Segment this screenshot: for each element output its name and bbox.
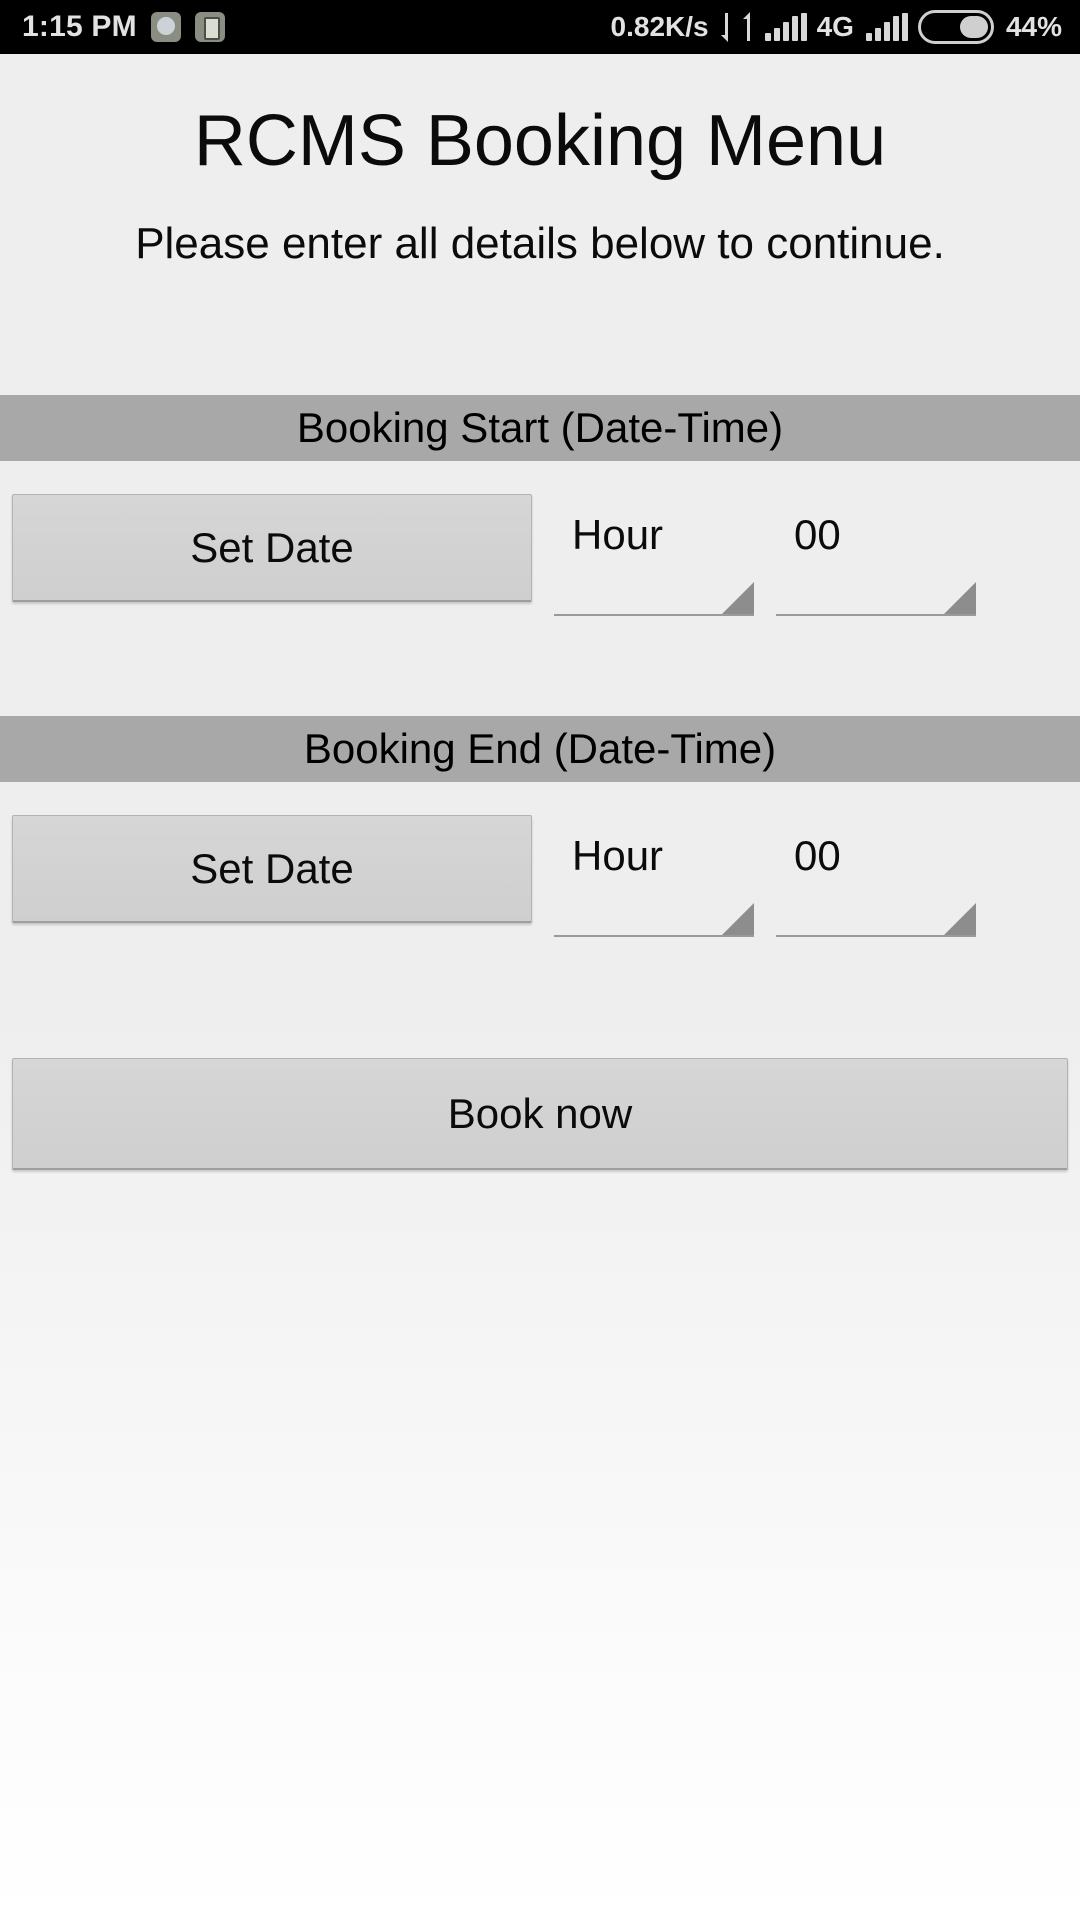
- data-transfer-arrows-icon: [720, 11, 755, 43]
- section-header-booking-start: Booking Start (Date-Time): [0, 395, 1080, 461]
- hour-spinner-end-value: Hour: [572, 832, 664, 879]
- set-date-button-start[interactable]: Set Date: [12, 494, 532, 602]
- hour-spinner-start-value: Hour: [572, 511, 664, 558]
- set-date-button-end[interactable]: Set Date: [12, 815, 532, 923]
- booking-start-row: Set Date Hour 00: [0, 494, 1080, 644]
- status-bar: 1:15 PM 0.82K/s 4G 44%: [0, 0, 1080, 54]
- section-header-booking-end: Booking End (Date-Time): [0, 716, 1080, 782]
- signal-bars-icon-2: [865, 13, 908, 41]
- hour-spinner-end[interactable]: Hour: [554, 815, 754, 937]
- minute-spinner-start-value: 00: [794, 511, 841, 558]
- booking-end-row: Set Date Hour 00: [0, 815, 1080, 965]
- battery-icon: [917, 10, 994, 44]
- status-bar-clock: 1:15 PM: [22, 10, 137, 43]
- hour-spinner-start[interactable]: Hour: [554, 494, 754, 616]
- signal-bars-icon: [764, 13, 807, 41]
- book-now-button[interactable]: Book now: [12, 1058, 1068, 1170]
- page-title: RCMS Booking Menu: [193, 101, 887, 181]
- app-screen: 1:15 PM 0.82K/s 4G 44% RCMS Booking Menu…: [0, 0, 1080, 1920]
- minute-spinner-end-value: 00: [794, 832, 841, 879]
- minute-spinner-start[interactable]: 00: [776, 494, 976, 616]
- network-speed-label: 0.82K/s: [610, 11, 709, 42]
- battery-fill: [959, 16, 988, 38]
- globe-app-icon: [150, 12, 181, 42]
- minute-spinner-end[interactable]: 00: [776, 815, 976, 937]
- battery-percent-label: 44%: [1005, 11, 1062, 42]
- document-app-icon: [194, 12, 225, 42]
- page-subtitle: Please enter all details below to contin…: [135, 219, 945, 268]
- network-type-label: 4G: [816, 11, 854, 42]
